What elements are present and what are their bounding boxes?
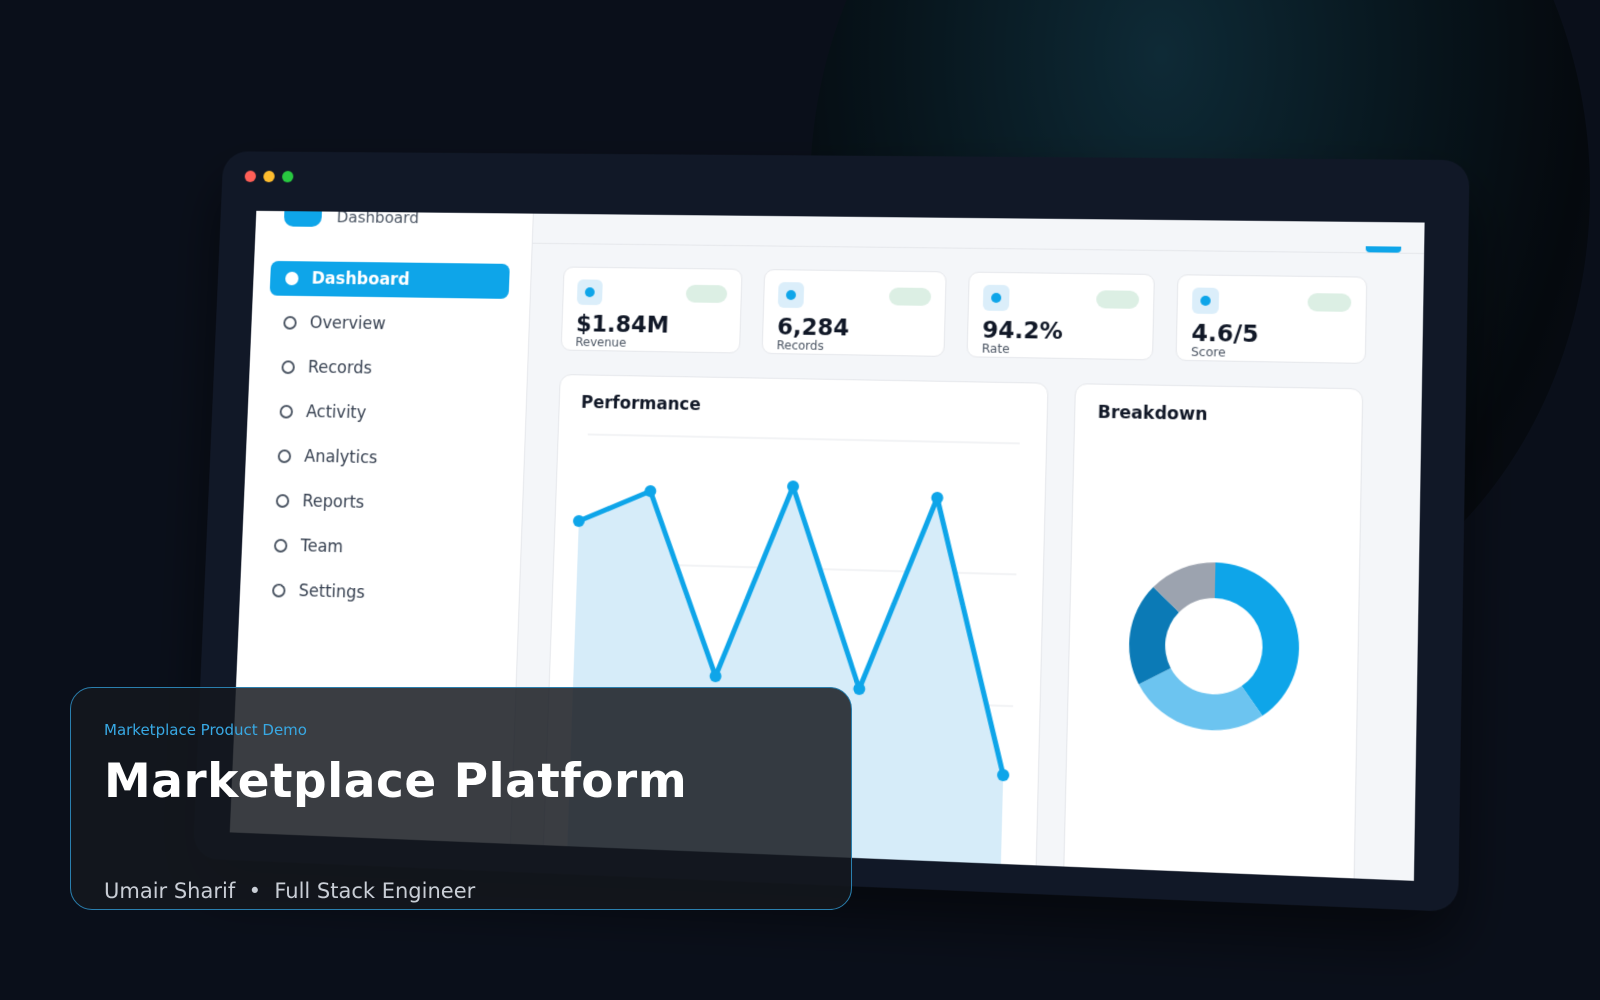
stat-cards: $1.84M Revenue 6,284 Records 94.2% Rate … [560, 266, 1368, 364]
stat-icon [982, 284, 1010, 312]
sidebar-item-overview[interactable]: Overview [268, 305, 509, 344]
sidebar-item-label: Reports [301, 491, 365, 513]
stat-card-records[interactable]: 6,284 Records [761, 269, 947, 357]
trend-pill [1096, 290, 1140, 309]
brand: Dashboard [283, 210, 420, 230]
stat-icon [777, 282, 805, 309]
stat-value: $1.84M [575, 311, 670, 339]
trend-pill [685, 284, 728, 304]
sidebar-item-team[interactable]: Team [258, 528, 500, 570]
stat-card-score[interactable]: 4.6/5 Score [1175, 274, 1368, 364]
maximize-dot[interactable] [281, 170, 294, 183]
project-info-card: Marketplace Product Demo Marketplace Pla… [70, 687, 852, 910]
project-kicker: Marketplace Product Demo [104, 721, 307, 739]
brand-logo [283, 210, 323, 227]
brand-label: Dashboard [336, 210, 420, 227]
stat-icon [576, 279, 603, 306]
stat-value: 6,284 [776, 314, 850, 342]
sidebar-item-label: Activity [305, 402, 367, 424]
grid-line [588, 434, 1020, 443]
trend-pill [888, 287, 932, 306]
circle-icon [283, 315, 297, 330]
stat-value: 94.2% [981, 317, 1064, 345]
sidebar-item-activity[interactable]: Activity [264, 394, 505, 434]
breakdown-title: Breakdown [1097, 402, 1208, 426]
project-title: Marketplace Platform [104, 754, 688, 809]
close-dot[interactable] [244, 170, 257, 183]
sidebar-item-settings[interactable]: Settings [256, 572, 498, 614]
breakdown-donut-chart [1128, 560, 1301, 732]
stat-value: 4.6/5 [1191, 320, 1259, 348]
sidebar-item-reports[interactable]: Reports [260, 483, 501, 524]
circle-icon [275, 494, 290, 508]
stat-card-rate[interactable]: 94.2% Rate [966, 271, 1155, 361]
sidebar-item-label: Team [300, 536, 344, 558]
window-controls [244, 170, 294, 183]
stat-label: Rate [981, 341, 1010, 356]
sidebar-item-records[interactable]: Records [266, 349, 507, 388]
stat-card-revenue[interactable]: $1.84M Revenue [560, 266, 743, 354]
sidebar-item-label: Settings [298, 581, 366, 603]
circle-icon [281, 360, 296, 375]
donut-segment[interactable] [1137, 667, 1264, 732]
sidebar-item-label: Overview [309, 313, 386, 334]
author-role: Full Stack Engineer [274, 879, 476, 903]
sidebar-nav: Dashboard Overview Records Activity Anal… [256, 260, 510, 625]
header-accent [1365, 246, 1402, 253]
author-name: Umair Sharif [104, 879, 236, 903]
circle-icon [271, 583, 286, 598]
stat-label: Score [1190, 344, 1226, 360]
separator-dot: • [248, 879, 261, 903]
sidebar-item-label: Records [307, 357, 373, 379]
sidebar-item-dashboard[interactable]: Dashboard [269, 260, 510, 299]
sidebar-item-analytics[interactable]: Analytics [262, 438, 503, 478]
stat-label: Records [776, 338, 825, 353]
stat-icon [1191, 287, 1220, 315]
breakdown-panel: Breakdown [1062, 383, 1364, 881]
circle-icon [285, 271, 299, 286]
circle-icon [277, 449, 292, 464]
circle-icon [273, 538, 288, 553]
trend-pill [1307, 293, 1352, 312]
sidebar-item-label: Analytics [303, 447, 378, 469]
sidebar-item-label: Dashboard [311, 269, 411, 290]
header-divider [531, 242, 1425, 254]
stat-label: Revenue [575, 335, 627, 350]
circle-icon [279, 404, 294, 419]
project-byline: Umair Sharif • Full Stack Engineer [104, 879, 475, 903]
minimize-dot[interactable] [263, 170, 275, 183]
